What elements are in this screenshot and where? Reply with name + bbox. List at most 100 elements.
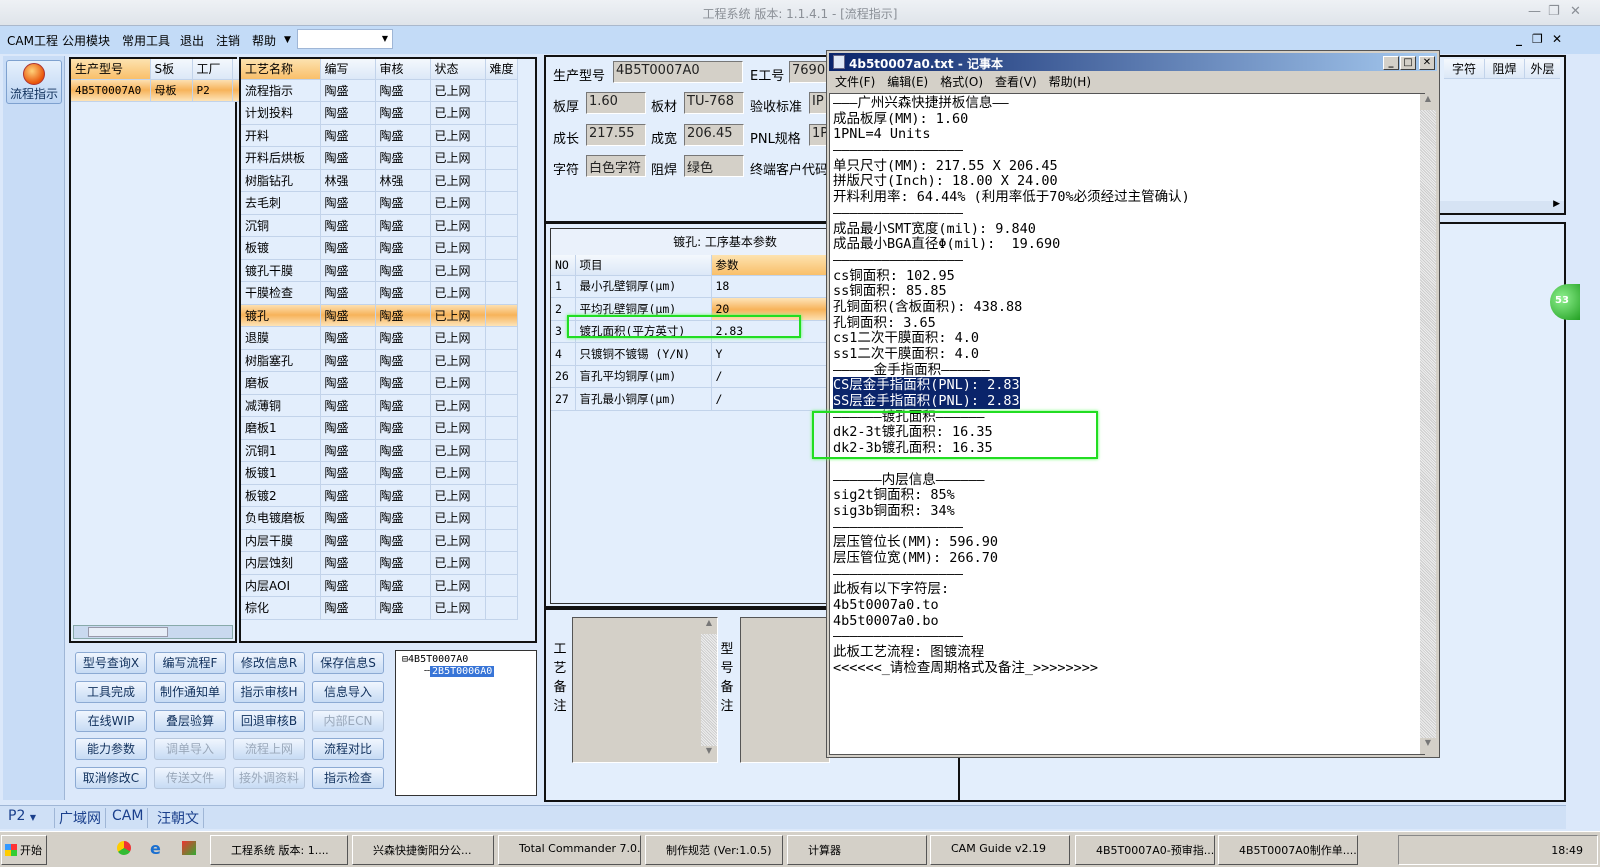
action-button[interactable]: 取消修改C: [75, 767, 147, 790]
notepad-maximize-button[interactable]: □: [1400, 56, 1416, 70]
scroll-right-icon[interactable]: ▶: [1553, 199, 1560, 209]
col-header-status[interactable]: 状态: [430, 59, 486, 80]
close-button[interactable]: ✕: [1570, 4, 1581, 19]
param-row[interactable]: 4 只镀铜不镀锡 (Y/N) Y: [551, 342, 842, 366]
process-row[interactable]: 减薄铜 陶盛 陶盛 已上网: [241, 394, 518, 417]
menu-logout[interactable]: 注销: [216, 32, 240, 49]
process-row[interactable]: 镀孔干膜 陶盛 陶盛 已上网: [241, 259, 518, 282]
process-notes-input[interactable]: ▲ ▼: [572, 617, 718, 763]
taskbar-item[interactable]: CAM Guide v2.19: [930, 835, 1070, 865]
col-header-legend[interactable]: 字符: [1444, 59, 1484, 78]
process-row[interactable]: 内层干膜 陶盛 陶盛 已上网: [241, 529, 518, 552]
notepad-menu-item[interactable]: 文件(F): [835, 75, 875, 89]
mdi-close-button[interactable]: ✕: [1552, 32, 1562, 46]
notepad-close-button[interactable]: ✕: [1419, 56, 1435, 70]
col-header-difficulty[interactable]: 难度: [485, 59, 518, 80]
action-button[interactable]: 内部ECN: [312, 709, 384, 732]
field-solder-mask[interactable]: 绿色: [684, 155, 744, 177]
process-row[interactable]: 板镀1 陶盛 陶盛 已上网: [241, 461, 518, 485]
maximize-button[interactable]: ❐: [1548, 4, 1560, 19]
action-button[interactable]: 调单导入: [154, 738, 226, 761]
process-row[interactable]: 板镀 陶盛 陶盛 已上网: [241, 236, 518, 260]
scroll-down-icon[interactable]: ▼: [1420, 738, 1436, 754]
notepad-menu-item[interactable]: 帮助(H): [1049, 75, 1091, 89]
scroll-up-icon[interactable]: ▲: [701, 618, 717, 634]
factory-selector[interactable]: P2 ▼: [4, 808, 52, 828]
process-row[interactable]: 镀孔 陶盛 陶盛 已上网: [241, 304, 518, 327]
mdi-restore-button[interactable]: ❐: [1532, 32, 1543, 46]
menu-cam-project[interactable]: CAM工程: [7, 32, 58, 49]
taskbar-item[interactable]: 工程系统 版本: 1....: [210, 835, 348, 865]
action-button[interactable]: 流程上网: [233, 738, 305, 761]
taskbar-item[interactable]: Total Commander 7.0...: [498, 835, 641, 865]
action-button[interactable]: 工具完成: [75, 680, 147, 703]
start-button[interactable]: 开始: [1, 835, 47, 865]
col-header-param[interactable]: 参数: [711, 255, 842, 276]
col-header-reviewer[interactable]: 审核: [375, 59, 431, 80]
field-length[interactable]: 217.55: [586, 124, 646, 146]
notepad-minimize-button[interactable]: _: [1383, 56, 1399, 70]
tree-node-root[interactable]: ⊟4B5T0007A0: [402, 654, 468, 665]
col-header-s-board[interactable]: S板: [150, 59, 193, 80]
process-notes-scrollbar[interactable]: ▲ ▼: [701, 618, 717, 762]
process-row[interactable]: 树脂钻孔 林强 林强 已上网: [241, 169, 518, 192]
action-button[interactable]: 型号查询X: [75, 652, 147, 674]
process-row[interactable]: 流程指示 陶盛 陶盛 已上网: [241, 79, 518, 102]
taskbar-item[interactable]: 4B5T0007A0制作单....: [1218, 835, 1358, 865]
taskbar-item[interactable]: 4B5T0007A0-预审指...: [1075, 835, 1215, 865]
field-material[interactable]: TU-768: [684, 92, 744, 114]
action-button[interactable]: 回退审核B: [233, 709, 305, 732]
scroll-up-icon[interactable]: ▲: [1420, 94, 1436, 110]
taskbar-item[interactable]: 计算器: [787, 835, 927, 865]
field-width[interactable]: 206.45: [684, 124, 744, 146]
process-row[interactable]: 内层蚀刻 陶盛 陶盛 已上网: [241, 551, 518, 575]
process-row[interactable]: 沉铜1 陶盛 陶盛 已上网: [241, 439, 518, 462]
action-button[interactable]: 指示检查: [312, 767, 384, 790]
col-header-no[interactable]: NO: [551, 255, 576, 276]
process-row[interactable]: 板镀2 陶盛 陶盛 已上网: [241, 484, 518, 507]
process-row[interactable]: 棕化 陶盛 陶盛 已上网: [241, 596, 518, 620]
action-button[interactable]: 指示审核H: [233, 680, 305, 703]
scroll-down-icon[interactable]: ▼: [701, 746, 717, 762]
minimize-button[interactable]: —: [1528, 4, 1541, 19]
param-row[interactable]: 27 盲孔最小铜厚(μm) /: [551, 387, 842, 411]
scrollbar-thumb[interactable]: [88, 627, 168, 637]
status-tab-user[interactable]: 汪朝文: [153, 808, 204, 828]
menu-combo-box[interactable]: ▼: [297, 29, 393, 49]
taskbar-item[interactable]: 兴森快捷衡阳分公...: [352, 835, 494, 865]
action-button[interactable]: 能力参数: [75, 738, 147, 761]
action-button[interactable]: 在线WIP: [75, 709, 147, 732]
action-button[interactable]: 传送文件: [154, 767, 226, 790]
field-e-number[interactable]: 7690: [789, 61, 829, 83]
col-header-writer[interactable]: 编写: [320, 59, 376, 80]
menu-help[interactable]: 帮助: [252, 32, 276, 49]
process-row[interactable]: 内层AOI 陶盛 陶盛 已上网: [241, 574, 518, 597]
chrome-icon[interactable]: [117, 841, 131, 855]
col-header-item[interactable]: 项目: [575, 255, 712, 276]
param-row[interactable]: 1 最小孔壁铜厚(μm) 18: [551, 275, 842, 298]
process-row[interactable]: 磨板 陶盛 陶盛 已上网: [241, 371, 518, 395]
model-notes-input[interactable]: [740, 617, 830, 763]
menu-exit[interactable]: 退出: [180, 32, 204, 49]
model-row[interactable]: 4B5T0007A0 母板 P2: [71, 79, 252, 102]
status-tab-cam[interactable]: CAM: [108, 808, 149, 828]
action-button[interactable]: 编写流程F: [154, 652, 226, 674]
menu-common-modules[interactable]: 公用模块: [62, 32, 110, 49]
col-header-process-name[interactable]: 工艺名称: [241, 59, 321, 80]
field-legend[interactable]: 白色字符: [586, 155, 646, 177]
process-row[interactable]: 干膜检查 陶盛 陶盛 已上网: [241, 281, 518, 305]
action-button[interactable]: 接外调资料: [233, 767, 305, 790]
action-button[interactable]: 保存信息S: [312, 652, 384, 674]
notepad-scrollbar[interactable]: ▲ ▼: [1420, 94, 1436, 754]
field-model[interactable]: 4B5T0007A0: [613, 61, 743, 83]
col-header-outer-layer[interactable]: 外层: [1524, 59, 1560, 78]
action-button[interactable]: 信息导入: [312, 680, 384, 703]
action-button[interactable]: 制作通知单: [154, 680, 226, 703]
clock[interactable]: 18:49: [1551, 844, 1583, 857]
process-row[interactable]: 磨板1 陶盛 陶盛 已上网: [241, 416, 518, 440]
horizontal-scrollbar[interactable]: [73, 625, 233, 639]
mdi-minimize-button[interactable]: _: [1516, 32, 1522, 46]
ie-icon[interactable]: e: [150, 839, 161, 858]
process-row[interactable]: 开料 陶盛 陶盛 已上网: [241, 124, 518, 147]
process-row[interactable]: 去毛刺 陶盛 陶盛 已上网: [241, 191, 518, 215]
